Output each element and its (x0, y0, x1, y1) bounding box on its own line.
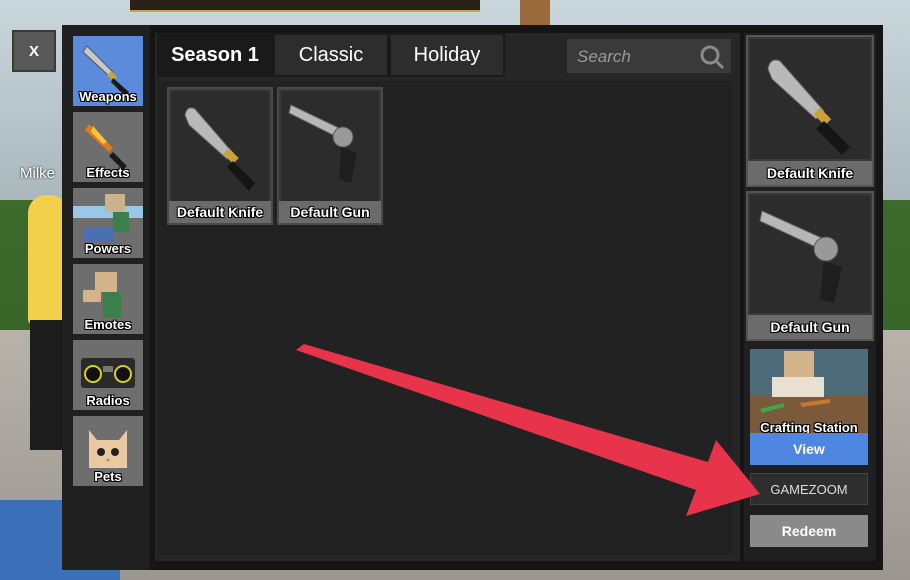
item-name: Default Gun (279, 201, 381, 223)
sidebar-item-effects[interactable]: Effects (73, 112, 143, 182)
sidebar-item-radios[interactable]: Radios (73, 340, 143, 410)
revolver-icon (759, 210, 842, 303)
inventory-content: Season 1 Classic Holiday Default Knife (155, 33, 740, 561)
sidebar-item-label: Powers (84, 241, 132, 256)
background-player-name: Milke (20, 165, 56, 182)
item-default-gun[interactable]: Default Gun (277, 87, 383, 225)
revolver-icon (288, 104, 357, 183)
background-sign (130, 0, 480, 12)
tab-holiday[interactable]: Holiday (389, 33, 505, 77)
sidebar-item-pets[interactable]: Pets (73, 416, 143, 486)
knife-icon (184, 107, 255, 191)
equipped-thumbnail (750, 195, 870, 313)
item-thumbnail (171, 91, 269, 201)
sidebar-item-weapons[interactable]: Weapons (73, 36, 143, 106)
redeem-button[interactable]: Redeem (750, 515, 868, 547)
equipped-thumbnail (750, 39, 870, 159)
tab-season-1[interactable]: Season 1 (157, 33, 273, 77)
equipped-name: Default Knife (748, 161, 872, 185)
equipped-gun[interactable]: Default Gun (746, 191, 874, 341)
view-button[interactable]: View (750, 433, 868, 465)
crafting-station: Crafting Station (750, 349, 868, 437)
background-post (520, 0, 550, 26)
sidebar-item-powers[interactable]: Powers (73, 188, 143, 258)
close-button[interactable]: X (12, 30, 56, 72)
item-thumbnail (281, 91, 379, 201)
search-input[interactable] (575, 45, 699, 69)
item-default-knife[interactable]: Default Knife (167, 87, 273, 225)
equipped-knife[interactable]: Default Knife (746, 35, 874, 187)
sidebar-item-label: Radios (86, 393, 130, 408)
sidebar-item-label: Weapons (79, 89, 137, 104)
equipped-column: Default Knife Default Gun Crafting Stati… (744, 33, 876, 561)
sidebar-item-label: Effects (86, 165, 130, 180)
background-player-body (30, 320, 66, 450)
search-box (567, 39, 731, 73)
code-input[interactable]: GAMEZOOM (750, 473, 868, 505)
tab-classic[interactable]: Classic (273, 33, 389, 77)
search-icon[interactable] (699, 44, 725, 70)
category-sidebar: Weapons Effects Powers Emotes Radios Pet… (62, 25, 150, 570)
knife-icon (767, 59, 850, 155)
sidebar-item-label: Emotes (84, 317, 132, 332)
item-name: Default Knife (169, 201, 271, 223)
inventory-panel: Weapons Effects Powers Emotes Radios Pet… (62, 25, 883, 570)
equipped-name: Default Gun (748, 315, 872, 339)
item-grid: Default Knife Default Gun (157, 81, 733, 555)
sidebar-item-label: Pets (94, 469, 122, 484)
sidebar-item-emotes[interactable]: Emotes (73, 264, 143, 334)
